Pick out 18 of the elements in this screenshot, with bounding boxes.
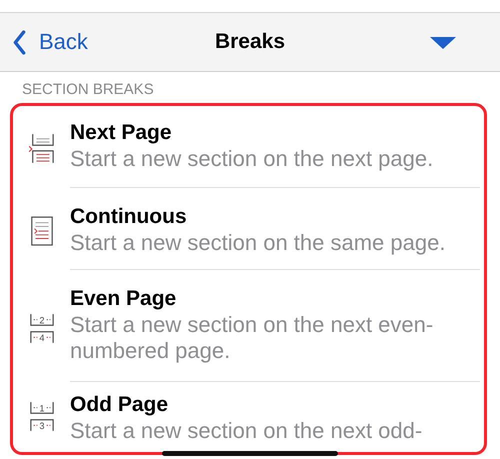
- page-break-icon: [29, 132, 55, 166]
- option-description: Start a new section on the same page.: [70, 230, 446, 256]
- option-description: Start a new section on the next page.: [70, 146, 434, 172]
- break-option[interactable]: Next Page Start a new section on the next page.: [14, 104, 500, 188]
- back-button[interactable]: Back: [0, 29, 88, 55]
- section-header: SECTION BREAKS: [21, 80, 155, 100]
- break-option[interactable]: 1 3 Odd Page Start a new section on the next odd-: [14, 382, 500, 446]
- option-title: Continuous: [70, 204, 188, 230]
- option-title: Odd Page: [70, 392, 170, 418]
- break-option[interactable]: 2 4 Even Page Start a new section on the next even-numbered page.: [14, 270, 500, 382]
- option-title: Next Page: [70, 120, 173, 146]
- option-title: Even Page: [70, 286, 178, 312]
- option-description: Start a new section on the next even-numbered page.: [70, 312, 434, 364]
- chevron-icon: [12, 30, 27, 54]
- break-option[interactable]: Continuous Start a new section on the same page.: [14, 188, 500, 270]
- page-title: Breaks: [214, 30, 286, 54]
- dropdown-icon[interactable]: [430, 37, 456, 49]
- option-description: Start a new section on the next odd-: [70, 418, 424, 444]
